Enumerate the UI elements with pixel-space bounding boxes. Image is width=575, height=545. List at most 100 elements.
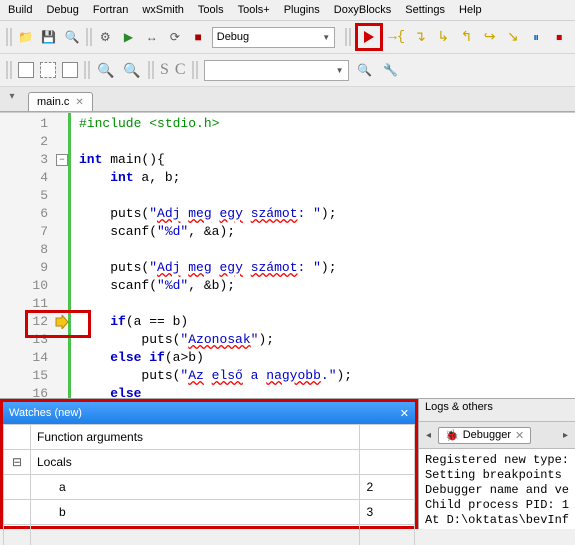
abort-icon[interactable]: ■ <box>189 27 208 47</box>
select-icon[interactable] <box>18 62 34 78</box>
fold-toggle-icon[interactable]: − <box>56 154 68 166</box>
code-line[interactable]: else <box>79 385 141 403</box>
toolbar-secondary: 🔍 🔍 S C ▼ 🔍 🔧 <box>0 54 575 87</box>
step-into-icon[interactable]: ↳ <box>434 27 453 47</box>
watches-table[interactable]: Function arguments⊟Localsa2b3 <box>3 424 415 545</box>
code-line[interactable]: int main(){ <box>79 151 165 169</box>
code-line[interactable]: if(a == b) <box>79 313 188 331</box>
code-area[interactable]: #include <stdio.h>int main(){ int a, b; … <box>71 113 575 398</box>
gear-icon[interactable]: ⚙ <box>96 27 115 47</box>
save-icon[interactable]: 💾 <box>39 27 58 47</box>
zoom-in-icon[interactable]: 🔍 <box>122 60 142 80</box>
tab-label: main.c <box>37 96 69 108</box>
watch-name: Locals <box>31 450 360 475</box>
run-debug-button[interactable] <box>359 27 379 47</box>
menu-tools+[interactable]: Tools+ <box>238 4 270 16</box>
menu-settings[interactable]: Settings <box>405 4 445 16</box>
toolbar-grip <box>6 28 12 46</box>
break-icon[interactable]: ⏸ <box>526 27 545 47</box>
menubar: Build Debug Fortran wxSmith Tools Tools+ Plugi… <box>0 0 575 21</box>
chevron-down-icon: ▼ <box>336 66 344 75</box>
line-number: 5 <box>20 187 48 205</box>
line-number: 9 <box>20 259 48 277</box>
run-to-cursor-icon[interactable]: →{ <box>387 27 406 47</box>
code-line[interactable]: scanf("%d", &b); <box>79 277 235 295</box>
watches-panel-highlight: Watches (new) ✕ Function arguments⊟Local… <box>0 399 418 529</box>
menu-build[interactable]: Build <box>8 4 32 16</box>
zoom-out-icon[interactable]: 🔍 <box>96 60 116 80</box>
step-into-instruction-icon[interactable]: ↘ <box>503 27 522 47</box>
watch-name: Function arguments <box>31 425 360 450</box>
menu-doxyblocks[interactable]: DoxyBlocks <box>334 4 391 16</box>
close-icon[interactable]: ✕ <box>515 429 524 442</box>
tab-scroll-left-icon[interactable]: ◂ <box>423 430 434 441</box>
bottom-panels: Watches (new) ✕ Function arguments⊟Local… <box>0 398 575 529</box>
editor-tabstrip: ▾ main.c ✕ <box>0 87 575 112</box>
code-line[interactable]: int a, b; <box>79 169 180 187</box>
stop-debug-icon[interactable]: ⏹ <box>550 27 569 47</box>
build-target-combo[interactable]: Debug ▼ <box>212 27 335 48</box>
magnifier-icon[interactable]: 🔍 <box>62 27 81 47</box>
code-line[interactable]: else if(a>b) <box>79 349 204 367</box>
tab-scroll-right-icon[interactable]: ▸ <box>560 430 571 441</box>
next-line-icon[interactable]: ↴ <box>410 27 429 47</box>
toolbar-grip <box>84 61 90 79</box>
tab-list-icon[interactable]: ▾ <box>4 91 20 107</box>
code-editor[interactable]: 123−45678910111213141516 #include <stdio… <box>0 112 575 398</box>
toolbar-grip <box>192 61 198 79</box>
watches-row[interactable]: ⊟Locals <box>4 450 415 475</box>
select-dashed-icon[interactable] <box>40 62 56 78</box>
close-icon[interactable]: ✕ <box>400 407 409 420</box>
line-number: 7 <box>20 223 48 241</box>
folder-icon[interactable]: 📁 <box>16 27 35 47</box>
code-line[interactable]: scanf("%d", &a); <box>79 223 235 241</box>
watches-title: Watches (new) <box>9 407 82 419</box>
play-icon[interactable]: ▶ <box>119 27 138 47</box>
code-line[interactable]: puts("Adj meg egy számot: "); <box>79 259 337 277</box>
code-line[interactable]: #include <stdio.h> <box>79 115 219 133</box>
source-format-icon[interactable]: S <box>160 61 169 79</box>
rebuild-icon[interactable]: ⟳ <box>165 27 184 47</box>
watch-name <box>31 525 360 545</box>
watches-row[interactable]: Function arguments <box>4 425 415 450</box>
line-number: 2 <box>20 133 48 151</box>
watches-row[interactable]: b3 <box>4 500 415 525</box>
play-red-icon <box>364 31 374 43</box>
next-instruction-icon[interactable]: ↪ <box>480 27 499 47</box>
select-icon-2[interactable] <box>62 62 78 78</box>
comment-format-icon[interactable]: C <box>175 61 186 79</box>
close-icon[interactable]: ✕ <box>75 97 83 108</box>
line-number: 1 <box>20 115 48 133</box>
toolbar-grip <box>6 61 12 79</box>
watch-name: a <box>31 475 360 500</box>
menu-debug[interactable]: Debug <box>46 4 78 16</box>
line-number: 4 <box>20 169 48 187</box>
menu-tools[interactable]: Tools <box>198 4 224 16</box>
toolbar-grip <box>148 61 154 79</box>
tab-main-c[interactable]: main.c ✕ <box>28 92 93 111</box>
menu-fortran[interactable]: Fortran <box>93 4 128 16</box>
line-number: 8 <box>20 241 48 259</box>
code-line[interactable]: puts("Azonosak"); <box>79 331 274 349</box>
code-line[interactable]: puts("Az első a nagyobb."); <box>79 367 352 385</box>
tree-toggle-icon[interactable]: ⊟ <box>4 450 31 475</box>
find-icon[interactable]: 🔍 <box>355 60 375 80</box>
menu-help[interactable]: Help <box>459 4 482 16</box>
menu-plugins[interactable]: Plugins <box>284 4 320 16</box>
line-number: 15 <box>20 367 48 385</box>
search-combo[interactable]: ▼ <box>204 60 349 81</box>
tree-toggle-icon <box>4 500 31 525</box>
watches-row[interactable]: a2 <box>4 475 415 500</box>
menu-wxsmith[interactable]: wxSmith <box>142 4 184 16</box>
build-target-value: Debug <box>217 31 249 43</box>
tab-debugger[interactable]: 🐞 Debugger ✕ <box>438 427 531 444</box>
step-out-icon[interactable]: ↰ <box>457 27 476 47</box>
watch-value: 2 <box>360 475 414 500</box>
toolbar-main: 📁 💾 🔍 ⚙ ▶ ↔ ⟳ ■ Debug ▼ →{ ↴ ↳ ↰ ↪ ↘ ⏸ ⏹ <box>0 21 575 54</box>
watches-row[interactable] <box>4 525 415 545</box>
watch-value <box>360 525 414 545</box>
settings-wrench-icon[interactable]: 🔧 <box>381 60 401 80</box>
code-line[interactable]: puts("Adj meg egy számot: "); <box>79 205 337 223</box>
line-number: 3 <box>20 151 48 169</box>
build-run-icon[interactable]: ↔ <box>142 27 161 47</box>
